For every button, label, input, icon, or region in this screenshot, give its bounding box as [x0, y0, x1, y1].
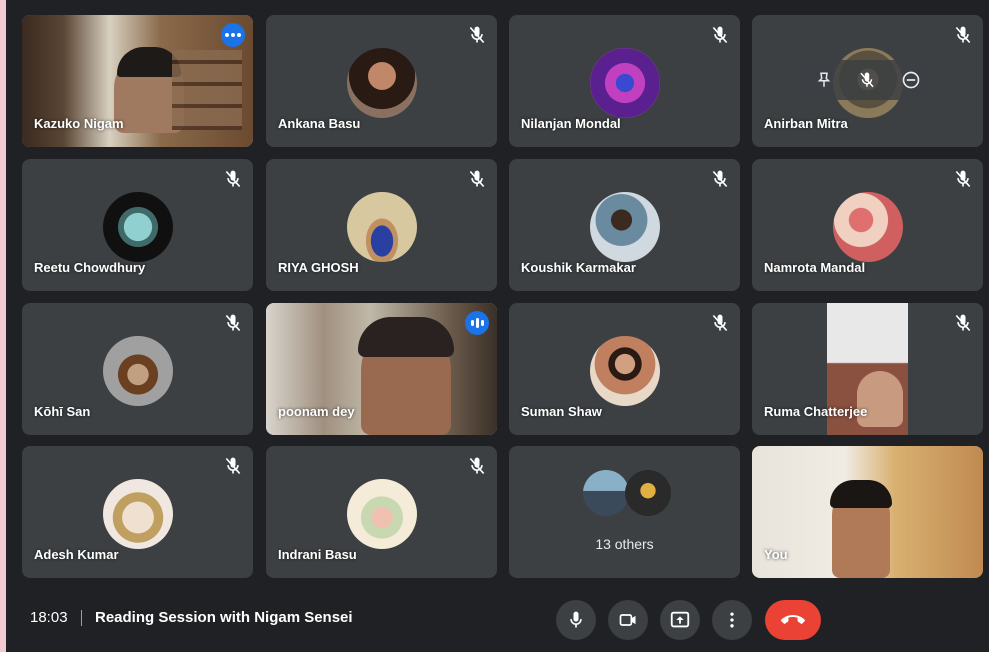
- participant-name: RIYA GHOSH: [278, 260, 359, 275]
- participant-tile-kohi-san[interactable]: Kōhī San: [22, 303, 253, 435]
- mic-off-icon: [710, 169, 730, 189]
- participant-tile-ruma-chatterjee[interactable]: Ruma Chatterjee: [752, 303, 983, 435]
- participant-tile-riya-ghosh[interactable]: RIYA GHOSH: [266, 159, 497, 291]
- participant-name: poonam dey: [278, 404, 355, 419]
- participant-name: Indrani Basu: [278, 547, 357, 562]
- mic-off-icon: [223, 169, 243, 189]
- avatar: [102, 479, 173, 549]
- mic-off-icon: [953, 25, 973, 45]
- pin-icon[interactable]: [815, 71, 833, 89]
- mic-off-icon: [710, 25, 730, 45]
- avatar: [346, 192, 417, 262]
- participant-name: Adesh Kumar: [34, 547, 119, 562]
- mic-off-icon: [710, 313, 730, 333]
- participant-tile-reetu-chowdhury[interactable]: Reetu Chowdhury: [22, 159, 253, 291]
- avatar: [583, 470, 629, 516]
- divider: [81, 610, 82, 626]
- participant-tile-suman-shaw[interactable]: Suman Shaw: [509, 303, 740, 435]
- microphone-button[interactable]: [556, 600, 596, 640]
- participant-name: Anirban Mitra: [764, 116, 848, 131]
- mic-off-icon: [223, 313, 243, 333]
- present-screen-button[interactable]: [660, 600, 700, 640]
- meeting-window: Kazuko Nigam Ankana Basu Nilanjan Mondal…: [6, 0, 989, 652]
- participant-tile-poonam-dey[interactable]: poonam dey: [266, 303, 497, 435]
- mic-off-icon: [467, 25, 487, 45]
- avatar: [625, 470, 671, 516]
- avatar: [102, 192, 173, 262]
- leave-call-button[interactable]: [765, 600, 821, 640]
- participant-name: Ankana Basu: [278, 116, 361, 131]
- participant-tile-adesh-kumar[interactable]: Adesh Kumar: [22, 446, 253, 578]
- participant-tile-nilanjan-mondal[interactable]: Nilanjan Mondal: [509, 15, 740, 147]
- mic-off-icon: [953, 169, 973, 189]
- mic-off-icon: [223, 456, 243, 476]
- bottom-control-bar: 18:03 Reading Session with Nigam Sensei: [6, 580, 989, 652]
- end-call-icon: [781, 615, 805, 624]
- mic-off-icon: [467, 169, 487, 189]
- participant-name: Kazuko Nigam: [34, 116, 124, 131]
- avatar: [589, 192, 660, 262]
- participant-name: Namrota Mandal: [764, 260, 866, 275]
- meeting-clock: 18:03: [30, 609, 68, 626]
- speaking-indicator-icon: [465, 311, 489, 335]
- participant-name: Suman Shaw: [521, 404, 602, 419]
- participant-name: Ruma Chatterjee: [764, 404, 868, 419]
- participant-name: Nilanjan Mondal: [521, 116, 621, 131]
- participant-name: Reetu Chowdhury: [34, 260, 146, 275]
- avatar: [832, 192, 903, 262]
- participant-tile-ankana-basu[interactable]: Ankana Basu: [266, 15, 497, 147]
- mic-off-icon: [953, 313, 973, 333]
- more-options-icon[interactable]: [221, 23, 245, 47]
- mic-off-icon: [467, 456, 487, 476]
- camera-button[interactable]: [608, 600, 648, 640]
- avatar: [346, 479, 417, 549]
- camera-icon: [619, 614, 636, 626]
- participant-tile-anirban-mitra[interactable]: Anirban Mitra: [752, 15, 983, 147]
- present-screen-icon: [670, 611, 690, 628]
- participant-name: Koushik Karmakar: [521, 260, 636, 275]
- meeting-title: Reading Session with Nigam Sensei: [95, 609, 353, 626]
- more-vert-icon: [730, 612, 734, 628]
- avatar: [102, 336, 173, 406]
- others-tile[interactable]: 13 others: [509, 446, 740, 578]
- avatar: [346, 48, 417, 118]
- avatar: [589, 48, 660, 118]
- participant-tile-kazuko-nigam[interactable]: Kazuko Nigam: [22, 15, 253, 147]
- participant-name: Kōhī San: [34, 404, 91, 419]
- avatar: [589, 336, 660, 406]
- microphone-icon: [570, 611, 582, 628]
- others-count: 13 others: [595, 536, 654, 552]
- self-name: You: [764, 547, 788, 562]
- remove-icon[interactable]: [901, 70, 921, 90]
- self-tile[interactable]: You: [752, 446, 983, 578]
- tile-hover-controls: [802, 60, 934, 100]
- mute-participant-icon[interactable]: [858, 71, 876, 89]
- participant-tile-namrota-mandal[interactable]: Namrota Mandal: [752, 159, 983, 291]
- participant-tile-koushik-karmakar[interactable]: Koushik Karmakar: [509, 159, 740, 291]
- participant-tile-indrani-basu[interactable]: Indrani Basu: [266, 446, 497, 578]
- more-options-button[interactable]: [712, 600, 752, 640]
